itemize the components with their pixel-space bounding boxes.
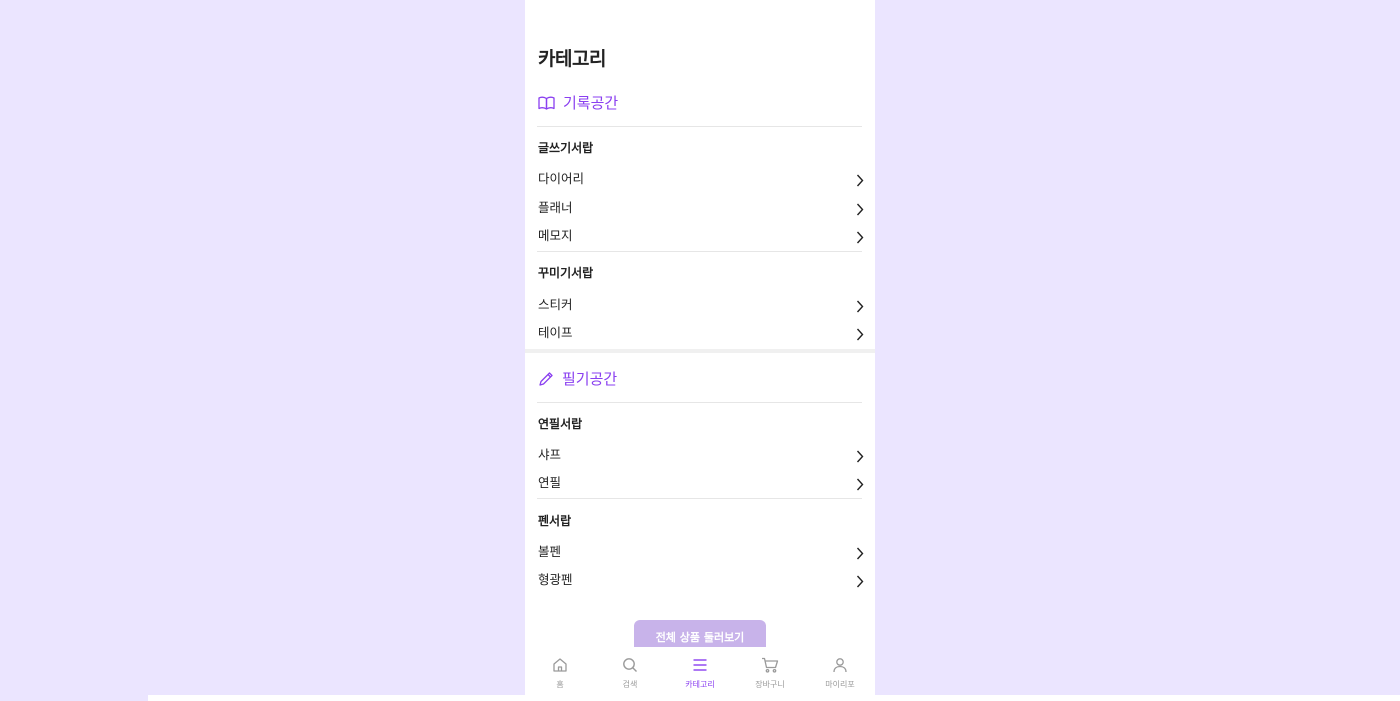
category-item-label: 샤프: [538, 447, 562, 462]
category-item-highlighter[interactable]: 형광펜: [538, 569, 864, 591]
chevron-right-icon: [856, 326, 864, 345]
chevron-right-icon: [856, 298, 864, 317]
nav-home[interactable]: 홈: [525, 647, 595, 695]
chevron-right-icon: [856, 201, 864, 220]
bottom-strip-tint: [0, 695, 148, 701]
category-item-sticker[interactable]: 스티커: [538, 294, 864, 316]
book-open-icon: [538, 96, 555, 110]
chevron-right-icon: [856, 448, 864, 467]
group-title-writing: 글쓰기서랍: [538, 141, 594, 155]
nav-label: 검색: [622, 680, 638, 689]
category-item-label: 볼펜: [538, 544, 562, 559]
category-item-ballpoint[interactable]: 볼펜: [538, 541, 864, 563]
category-item-tape[interactable]: 테이프: [538, 322, 864, 344]
page-title: 카테고리: [538, 48, 606, 70]
chevron-right-icon: [856, 573, 864, 592]
divider: [537, 402, 862, 403]
home-icon: [552, 657, 568, 677]
category-item-label: 테이프: [538, 325, 573, 340]
mobile-screen: 카테고리 기록공간 글쓰기서랍 다이어리 플래너 메모지 꾸미기서랍 스티커 테…: [525, 0, 875, 695]
user-icon: [832, 657, 848, 677]
category-item-label: 스티커: [538, 297, 573, 312]
menu-icon: [692, 657, 708, 677]
nav-my-page[interactable]: 마이리포: [805, 647, 875, 695]
category-item-label: 형광펜: [538, 572, 573, 587]
group-title-pen: 펜서랍: [538, 514, 572, 528]
divider: [537, 498, 862, 499]
nav-category[interactable]: 카테고리: [665, 647, 735, 695]
chevron-right-icon: [856, 545, 864, 564]
nav-label: 장바구니: [755, 680, 785, 689]
group-title-decorating: 꾸미기서랍: [538, 266, 594, 280]
pencil-icon: [538, 371, 554, 387]
category-item-pencil[interactable]: 연필: [538, 472, 864, 494]
nav-label: 카테고리: [685, 680, 715, 689]
divider: [537, 126, 862, 127]
section-header-writing-tools: 필기공간: [538, 368, 617, 389]
category-item-memo[interactable]: 메모지: [538, 225, 864, 247]
section-header-record: 기록공간: [538, 92, 618, 113]
section-separator: [525, 349, 875, 353]
nav-label: 마이리포: [825, 680, 855, 689]
cart-icon: [761, 657, 779, 677]
nav-search[interactable]: 검색: [595, 647, 665, 695]
search-icon: [622, 657, 638, 677]
bottom-strip: [0, 695, 1400, 701]
bottom-nav: 홈 검색 카테고리 장바구니 마이리포: [525, 647, 875, 695]
category-item-label: 다이어리: [538, 171, 585, 186]
section-title: 필기공간: [562, 370, 618, 388]
chevron-right-icon: [856, 229, 864, 248]
group-title-pencil: 연필서랍: [538, 417, 583, 431]
category-item-diary[interactable]: 다이어리: [538, 168, 864, 190]
nav-cart[interactable]: 장바구니: [735, 647, 805, 695]
category-item-label: 메모지: [538, 228, 573, 243]
nav-label: 홈: [556, 680, 564, 689]
category-item-label: 플래너: [538, 200, 573, 215]
category-item-label: 연필: [538, 475, 562, 490]
chevron-right-icon: [856, 172, 864, 191]
section-title: 기록공간: [563, 94, 619, 112]
category-item-planner[interactable]: 플래너: [538, 197, 864, 219]
chevron-right-icon: [856, 476, 864, 495]
category-item-mechanical-pencil[interactable]: 샤프: [538, 444, 864, 466]
divider: [537, 251, 862, 252]
